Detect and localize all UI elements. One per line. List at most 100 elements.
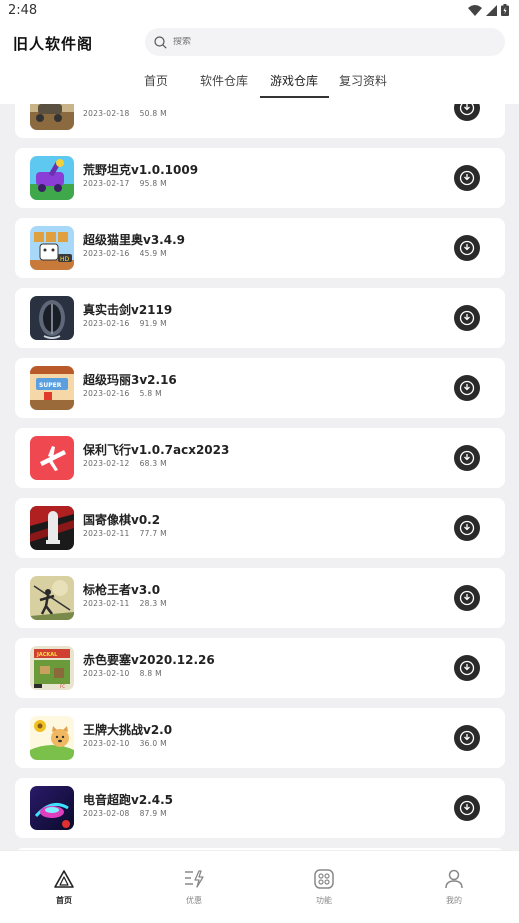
tab-review-materials[interactable]: 复习资料	[339, 72, 387, 89]
list-item[interactable]: 王牌大挑战v2.0 2023-02-10 36.0 M	[15, 708, 505, 768]
app-date: 2023-02-17	[83, 179, 130, 188]
tab-software[interactable]: 软件仓库	[200, 72, 248, 89]
download-icon	[459, 240, 475, 256]
list-item[interactable]: 真实击剑v2119 2023-02-16 91.9 M	[15, 288, 505, 348]
app-meta: 2023-02-11 28.3 M	[83, 599, 167, 608]
download-icon	[459, 800, 475, 816]
app-size: 28.3 M	[139, 599, 167, 608]
app-date: 2023-02-11	[83, 599, 130, 608]
app-meta: 2023-02-16 5.8 M	[83, 389, 162, 398]
app-size: 95.8 M	[139, 179, 167, 188]
app-date: 2023-02-16	[83, 249, 130, 258]
svg-text:HD: HD	[60, 256, 70, 263]
app-name: 真实击剑v2119	[83, 303, 173, 317]
app-icon	[30, 436, 74, 480]
download-button[interactable]	[454, 795, 480, 821]
app-size: 68.3 M	[139, 459, 167, 468]
search-bar[interactable]	[145, 28, 505, 56]
svg-text:JACKAL: JACKAL	[36, 652, 58, 658]
app-title: 旧人软件阁	[13, 35, 94, 53]
app-icon: JACKAL FC	[30, 646, 74, 690]
list-item[interactable]: SUPER 超级玛丽3v2.16 2023-02-16 5.8 M	[15, 358, 505, 418]
download-button[interactable]	[454, 235, 480, 261]
tab-games[interactable]: 游戏仓库	[270, 72, 318, 89]
list-item[interactable]: 2023-02-18 50.8 M	[15, 104, 505, 138]
discount-icon	[185, 870, 204, 888]
battery-icon	[501, 4, 509, 16]
tab-home[interactable]: 首页	[144, 72, 168, 89]
download-icon	[459, 170, 475, 186]
download-button[interactable]	[454, 445, 480, 471]
nav-function[interactable]: 功能	[294, 869, 354, 906]
svg-text:SUPER: SUPER	[39, 382, 62, 389]
download-button[interactable]	[454, 725, 480, 751]
nav-discount-label: 优惠	[186, 896, 202, 905]
download-button[interactable]	[454, 515, 480, 541]
download-icon	[459, 590, 475, 606]
app-meta: 2023-02-08 87.9 M	[83, 809, 167, 818]
app-meta: 2023-02-17 95.8 M	[83, 179, 167, 188]
list-item[interactable]: HD 超级猫里奥v3.4.9 2023-02-16 45.9 M	[15, 218, 505, 278]
app-meta: 2023-02-10 8.8 M	[83, 669, 162, 678]
app-date: 2023-02-16	[83, 319, 130, 328]
download-button[interactable]	[454, 165, 480, 191]
active-tab-indicator	[260, 96, 329, 98]
app-size: 45.9 M	[139, 249, 167, 258]
download-button[interactable]	[454, 655, 480, 681]
app-date: 2023-02-10	[83, 669, 130, 678]
app-name: 超级猫里奥v3.4.9	[83, 233, 185, 247]
search-input[interactable]	[173, 37, 473, 47]
download-button[interactable]	[454, 375, 480, 401]
download-button[interactable]	[454, 305, 480, 331]
nav-profile[interactable]: 我的	[424, 869, 484, 906]
app-size: 8.8 M	[139, 669, 162, 678]
download-button[interactable]	[454, 585, 480, 611]
svg-text:FC: FC	[60, 684, 65, 689]
app-size: 36.0 M	[139, 739, 167, 748]
status-icons	[468, 4, 509, 16]
app-meta: 2023-02-16 45.9 M	[83, 249, 167, 258]
list-item[interactable]: 荒野坦克v1.0.1009 2023-02-17 95.8 M	[15, 148, 505, 208]
status-time: 2:48	[8, 3, 38, 18]
app-date: 2023-02-16	[83, 389, 130, 398]
download-icon	[459, 450, 475, 466]
app-meta: 2023-02-12 68.3 M	[83, 459, 167, 468]
app-meta: 2023-02-18 50.8 M	[83, 109, 167, 118]
app-name: 赤色要塞v2020.12.26	[83, 653, 215, 667]
app-date: 2023-02-12	[83, 459, 130, 468]
app-icon	[30, 156, 74, 200]
nav-discount[interactable]: 优惠	[164, 869, 224, 906]
app-size: 87.9 M	[139, 809, 167, 818]
app-name: 保利飞行v1.0.7acx2023	[83, 443, 230, 457]
wifi-icon	[468, 4, 482, 16]
download-icon	[459, 380, 475, 396]
download-button[interactable]	[454, 104, 480, 121]
app-icon	[30, 296, 74, 340]
app-size: 5.8 M	[139, 389, 162, 398]
profile-icon	[445, 869, 463, 889]
app-name: 超级玛丽3v2.16	[83, 373, 177, 387]
list-item[interactable]: JACKAL FC 赤色要塞v2020.12.26 2023-02-10 8.8 M	[15, 638, 505, 698]
app-name: 荒野坦克v1.0.1009	[83, 163, 199, 177]
app-name: 标枪王者v3.0	[83, 583, 161, 597]
download-icon	[459, 104, 475, 116]
nav-function-label: 功能	[316, 896, 332, 905]
app-meta: 2023-02-10 36.0 M	[83, 739, 167, 748]
signal-icon	[486, 4, 497, 16]
app-date: 2023-02-11	[83, 529, 130, 538]
list-item[interactable]: 国寄像棋v0.2 2023-02-11 77.7 M	[15, 498, 505, 558]
list-item[interactable]: 保利飞行v1.0.7acx2023 2023-02-12 68.3 M	[15, 428, 505, 488]
nav-home-label: 首页	[56, 896, 72, 905]
app-header: 旧人软件阁 首页 软件仓库 游戏仓库 复习资料	[0, 24, 519, 104]
game-list[interactable]: 2023-02-18 50.8 M 荒野坦克v1.0.1009 2023-02-1…	[0, 104, 519, 850]
app-name: 王牌大挑战v2.0	[83, 723, 173, 737]
nav-profile-label: 我的	[446, 896, 462, 905]
app-icon	[30, 576, 74, 620]
app-date: 2023-02-10	[83, 739, 130, 748]
list-item[interactable]: 电音超跑v2.4.5 2023-02-08 87.9 M	[15, 778, 505, 838]
category-tabs: 首页 软件仓库 游戏仓库 复习资料	[0, 72, 519, 98]
search-icon	[154, 35, 167, 49]
nav-home[interactable]: 首页	[34, 869, 94, 906]
list-item[interactable]: 标枪王者v3.0 2023-02-11 28.3 M	[15, 568, 505, 628]
app-icon: HD	[30, 226, 74, 270]
